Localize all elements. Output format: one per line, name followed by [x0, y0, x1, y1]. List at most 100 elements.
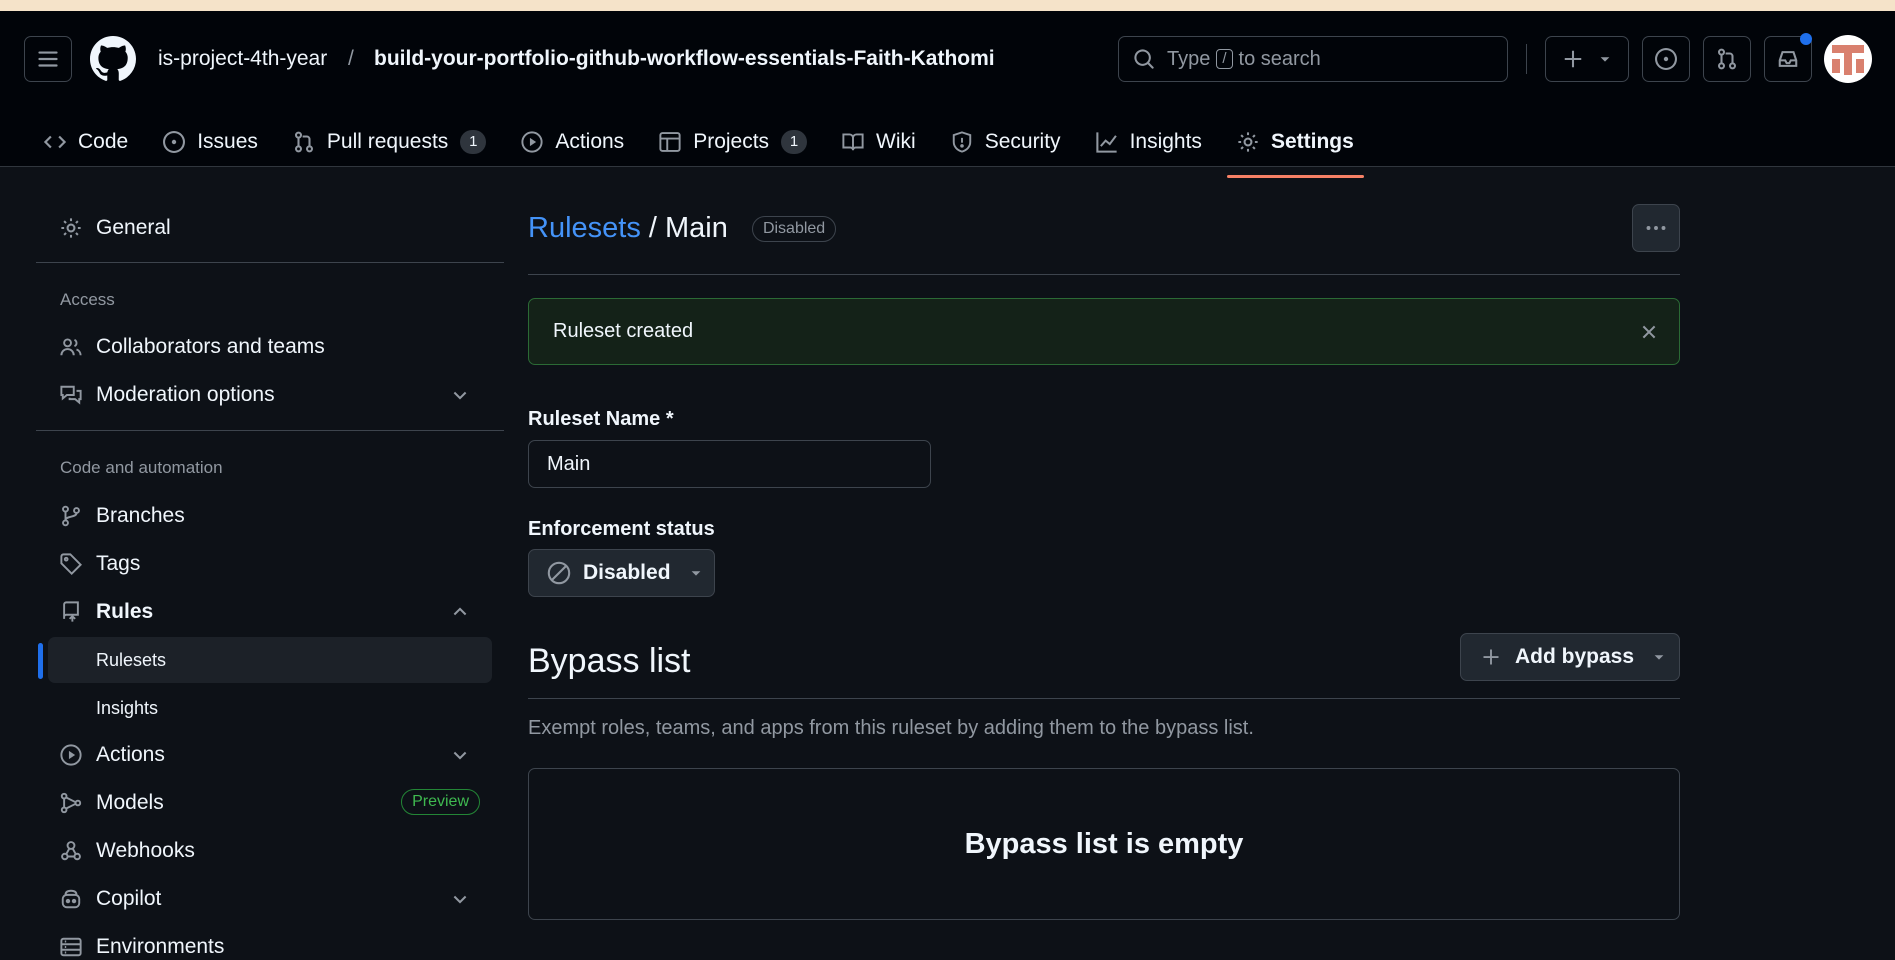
breadcrumb-repo[interactable]: build-your-portfolio-github-workflow-ess… [374, 47, 995, 71]
more-options-button[interactable] [1632, 204, 1680, 252]
model-icon [60, 792, 82, 814]
projects-count: 1 [781, 130, 808, 154]
sidebar-item-rulesets[interactable]: Rulesets [48, 637, 492, 683]
sidebar-item-label: Moderation options [96, 383, 275, 406]
caret-down-icon [1654, 655, 1664, 660]
issues-button[interactable] [1642, 36, 1690, 82]
notification-dot [1800, 33, 1812, 45]
breadcrumb-org[interactable]: is-project-4th-year [158, 47, 327, 71]
sidebar-item-rules-insights[interactable]: Insights [48, 685, 492, 731]
sidebar-item-collaborators[interactable]: Collaborators and teams [48, 325, 492, 369]
repo-tabs: Code Issues Pull requests 1 Actions Proj… [34, 117, 1379, 178]
caret-down-icon [691, 571, 700, 576]
close-icon [1642, 325, 1656, 339]
tab-label: Security [984, 130, 1061, 153]
book-icon [842, 133, 864, 151]
sidebar-item-environments[interactable]: Environments [48, 925, 492, 960]
sidebar-item-webhooks[interactable]: Webhooks [48, 829, 492, 873]
bypass-list-heading: Bypass list [528, 642, 691, 680]
breadcrumb-separator: / [348, 47, 354, 70]
tab-security[interactable]: Security [941, 117, 1071, 167]
sidebar-item-actions[interactable]: Actions [48, 733, 492, 777]
title-separator: / [648, 212, 657, 244]
status-badge: Disabled [751, 216, 837, 243]
sidebar-item-label: Copilot [96, 887, 162, 910]
inbox-icon [1778, 51, 1798, 67]
play-icon [521, 131, 543, 153]
gear-icon [1238, 132, 1258, 152]
caret-down-icon [1600, 57, 1610, 62]
issue-icon [163, 131, 186, 153]
tab-issues[interactable]: Issues [153, 117, 268, 167]
tab-label: Actions [555, 130, 625, 153]
bypass-empty-text: Bypass list is empty [964, 827, 1244, 860]
pull-request-icon [294, 131, 313, 153]
sidebar-item-branches[interactable]: Branches [48, 494, 492, 538]
search-icon [1134, 49, 1154, 69]
tab-label: Insights [1129, 130, 1202, 153]
sidebar-item-copilot[interactable]: Copilot [48, 877, 492, 921]
sidebar-item-label: Models [96, 791, 164, 814]
repo-push-icon [63, 601, 79, 622]
add-bypass-button[interactable]: Add bypass [1460, 633, 1680, 681]
tab-settings[interactable]: Settings [1226, 117, 1364, 178]
sidebar-divider [36, 430, 504, 431]
sidebar-item-rules[interactable]: Rules [48, 590, 492, 634]
sidebar-item-label: Actions [96, 743, 165, 766]
pull-requests-button[interactable] [1703, 36, 1751, 82]
ruleset-title: Main [665, 212, 728, 244]
rulesets-link[interactable]: Rulesets [528, 212, 641, 244]
play-icon [60, 744, 82, 766]
sidebar-item-label: Rules [96, 600, 154, 623]
tab-label: Projects [693, 130, 770, 153]
plus-icon [1483, 649, 1499, 665]
sidebar-item-general[interactable]: General [48, 206, 492, 250]
ruleset-name-input[interactable] [528, 440, 931, 488]
tab-projects[interactable]: Projects 1 [649, 117, 817, 167]
repo-header: is-project-4th-year / build-your-portfol… [0, 11, 1895, 178]
sidebar-item-tags[interactable]: Tags [48, 542, 492, 586]
header-divider [1526, 44, 1527, 74]
chevron-down-icon [453, 391, 467, 400]
page-title: Rulesets / Main Disabled [528, 212, 837, 245]
tab-code[interactable]: Code [34, 117, 138, 167]
add-bypass-label: Add bypass [1515, 645, 1635, 668]
sidebar-item-label: Rulesets [96, 649, 167, 670]
tab-wiki[interactable]: Wiki [832, 117, 926, 167]
pull-requests-count: 1 [460, 130, 487, 154]
tab-actions[interactable]: Actions [511, 117, 634, 167]
bypass-divider [528, 698, 1680, 699]
webhook-icon [61, 841, 81, 861]
sidebar-item-label: Branches [96, 504, 185, 527]
copilot-icon [61, 889, 81, 909]
tab-label: Code [78, 130, 129, 153]
enforcement-status-value: Disabled [583, 561, 671, 584]
sidebar-item-moderation[interactable]: Moderation options [48, 373, 492, 417]
menu-button[interactable] [24, 36, 72, 82]
github-logo-icon[interactable] [90, 36, 136, 82]
dismiss-flash-button[interactable] [1637, 320, 1661, 344]
tab-insights[interactable]: Insights [1086, 117, 1212, 167]
tab-pull-requests[interactable]: Pull requests 1 [283, 117, 496, 167]
search-input[interactable]: Type / to search [1118, 36, 1508, 82]
bypass-description: Exempt roles, teams, and apps from this … [528, 717, 1254, 739]
chevron-down-icon [453, 895, 467, 904]
tab-label: Issues [197, 130, 258, 153]
sidebar-item-models[interactable]: Models Preview [48, 781, 492, 825]
kebab-horizontal-icon [1646, 226, 1666, 230]
create-new-button[interactable] [1545, 36, 1629, 82]
sidebar-item-label: Environments [96, 935, 225, 958]
enforcement-status-label: Enforcement status [528, 518, 715, 540]
tab-label: Pull requests [326, 130, 449, 153]
sidebar-item-label: General [96, 216, 171, 239]
branch-icon [62, 505, 80, 527]
search-suffix: to search [1238, 47, 1321, 70]
avatar[interactable] [1824, 35, 1872, 83]
enforcement-status-select[interactable]: Disabled [528, 549, 715, 597]
gear-icon [61, 218, 81, 238]
sidebar-item-label: Tags [96, 552, 141, 575]
active-indicator [38, 643, 43, 679]
server-icon [60, 937, 82, 957]
code-icon [44, 135, 66, 149]
search-prefix: Type [1167, 47, 1211, 70]
